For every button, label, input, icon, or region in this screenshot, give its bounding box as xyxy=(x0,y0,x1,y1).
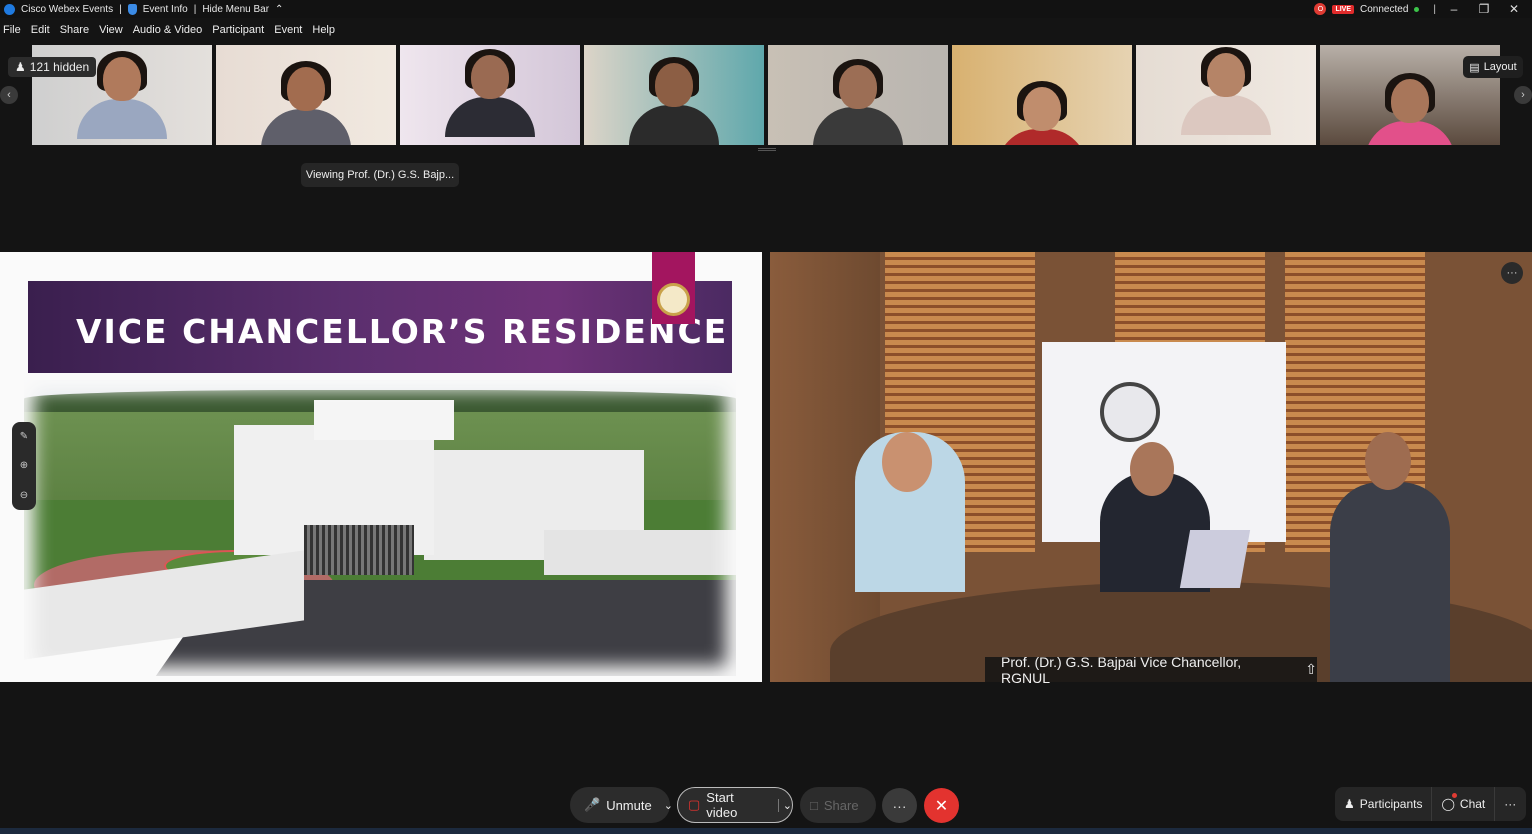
chat-label: Chat xyxy=(1459,797,1486,811)
title-bar-divider: | xyxy=(1433,3,1436,15)
mic-muted-icon: 🎤 xyxy=(584,797,601,812)
participant-thumbnail[interactable] xyxy=(584,45,764,145)
start-video-button[interactable]: ▢ Start video ⌄ xyxy=(677,787,793,823)
participants-button[interactable]: ♟ Participants xyxy=(1335,787,1433,821)
more-options-button[interactable]: ··· xyxy=(882,788,917,823)
minimize-icon[interactable]: – xyxy=(1442,2,1466,16)
participant-thumbnail[interactable] xyxy=(400,45,580,145)
participants-icon: ♟ xyxy=(1344,797,1355,811)
zoom-out-icon[interactable]: ⊖ xyxy=(20,490,28,501)
menu-audio-video[interactable]: Audio & Video xyxy=(133,24,203,40)
menu-event[interactable]: Event xyxy=(274,24,302,40)
video-more-button[interactable]: ··· xyxy=(1501,262,1523,284)
chevron-down-icon[interactable]: ⌄ xyxy=(664,799,673,812)
chevron-up-icon[interactable]: ⌃ xyxy=(275,4,283,15)
presenter-nameplate: Prof. (Dr.) G.S. Bajpai Vice Chancellor,… xyxy=(985,654,1317,686)
restore-icon[interactable]: ❐ xyxy=(1472,2,1496,16)
side-panel-buttons: ♟ Participants ◯ Chat ··· xyxy=(1335,787,1526,821)
event-info-button[interactable]: Event Info xyxy=(143,4,188,15)
leave-button[interactable]: ✕ xyxy=(924,788,959,823)
layout-button[interactable]: ▤ Layout xyxy=(1463,56,1523,78)
os-taskbar xyxy=(0,828,1532,834)
title-separator: | xyxy=(193,3,197,15)
hide-menu-bar-button[interactable]: Hide Menu Bar xyxy=(202,4,269,15)
chat-icon: ◯ xyxy=(1441,797,1455,811)
shared-content: VICE CHANCELLOR’S RESIDENCE xyxy=(0,252,762,682)
start-video-label: Start video xyxy=(706,790,738,820)
participant-thumbnail[interactable] xyxy=(952,45,1132,145)
hidden-count: 121 hidden xyxy=(29,60,90,74)
residence-photo xyxy=(24,380,736,676)
connected-dot-icon xyxy=(1414,6,1420,12)
webex-logo-icon xyxy=(4,3,15,15)
share-screen-icon: ⇧ xyxy=(1305,661,1317,677)
unmute-button[interactable]: 🎤 Unmute ⌄ xyxy=(570,787,673,823)
live-badge: LIVE xyxy=(1332,4,1355,14)
share-label: Share xyxy=(823,797,859,813)
menu-edit[interactable]: Edit xyxy=(31,24,50,40)
strip-next-button[interactable]: › xyxy=(1514,86,1532,104)
university-logo xyxy=(652,252,695,324)
seal-icon xyxy=(657,283,690,316)
menu-file[interactable]: File xyxy=(3,24,21,40)
unmute-label: Unmute xyxy=(606,797,652,813)
menu-view[interactable]: View xyxy=(99,24,123,40)
video-off-icon: ▢ xyxy=(688,797,701,812)
chevron-down-icon[interactable]: ⌄ xyxy=(777,798,792,812)
person-icon: ♟ xyxy=(15,60,26,74)
app-name: Cisco Webex Events xyxy=(21,3,114,15)
info-shield-icon xyxy=(127,3,137,15)
slide-title: VICE CHANCELLOR’S RESIDENCE xyxy=(76,312,729,351)
annotation-toolbar: ✎ ⊕ ⊖ xyxy=(12,422,36,510)
panel-more-button[interactable]: ··· xyxy=(1495,787,1525,821)
presenter-name: Prof. (Dr.) G.S. Bajpai Vice Chancellor,… xyxy=(1001,653,1242,686)
strip-prev-button[interactable]: ‹ xyxy=(0,86,18,104)
share-icon: □ xyxy=(810,797,818,813)
panel-more-label: ··· xyxy=(1504,797,1517,811)
connection-status: Connected xyxy=(1360,3,1409,15)
chat-button[interactable]: ◯ Chat xyxy=(1432,787,1496,821)
layout-icon: ▤ xyxy=(1469,61,1480,74)
panel-divider[interactable] xyxy=(764,252,768,682)
presenter-video: ··· xyxy=(770,252,1532,682)
menu-bar: File Edit Share View Audio & Video Parti… xyxy=(0,24,335,40)
close-icon[interactable]: ✕ xyxy=(1502,2,1526,16)
participant-strip xyxy=(0,44,1532,148)
participant-thumbnail[interactable] xyxy=(768,45,948,145)
participant-thumbnail[interactable] xyxy=(1136,45,1316,145)
strip-resize-handle[interactable] xyxy=(758,148,776,151)
chat-notification-icon xyxy=(1452,793,1457,798)
menu-participant[interactable]: Participant xyxy=(212,24,264,40)
viewing-label: Viewing Prof. (Dr.) G.S. Bajp... xyxy=(301,163,459,187)
title-bar: Cisco Webex Events | Event Info | Hide M… xyxy=(0,0,1532,18)
share-button[interactable]: □ Share xyxy=(800,787,876,823)
menu-share[interactable]: Share xyxy=(60,24,89,40)
annotate-icon[interactable]: ✎ xyxy=(20,431,28,442)
hidden-participants-badge[interactable]: ♟ 121 hidden xyxy=(8,57,97,77)
menu-help[interactable]: Help xyxy=(312,24,335,40)
title-separator: | xyxy=(119,3,122,15)
layout-label: Layout xyxy=(1483,61,1517,73)
participant-thumbnail[interactable] xyxy=(216,45,396,145)
zoom-in-icon[interactable]: ⊕ xyxy=(20,460,28,471)
participants-label: Participants xyxy=(1359,797,1423,811)
recording-icon: O xyxy=(1314,3,1327,15)
